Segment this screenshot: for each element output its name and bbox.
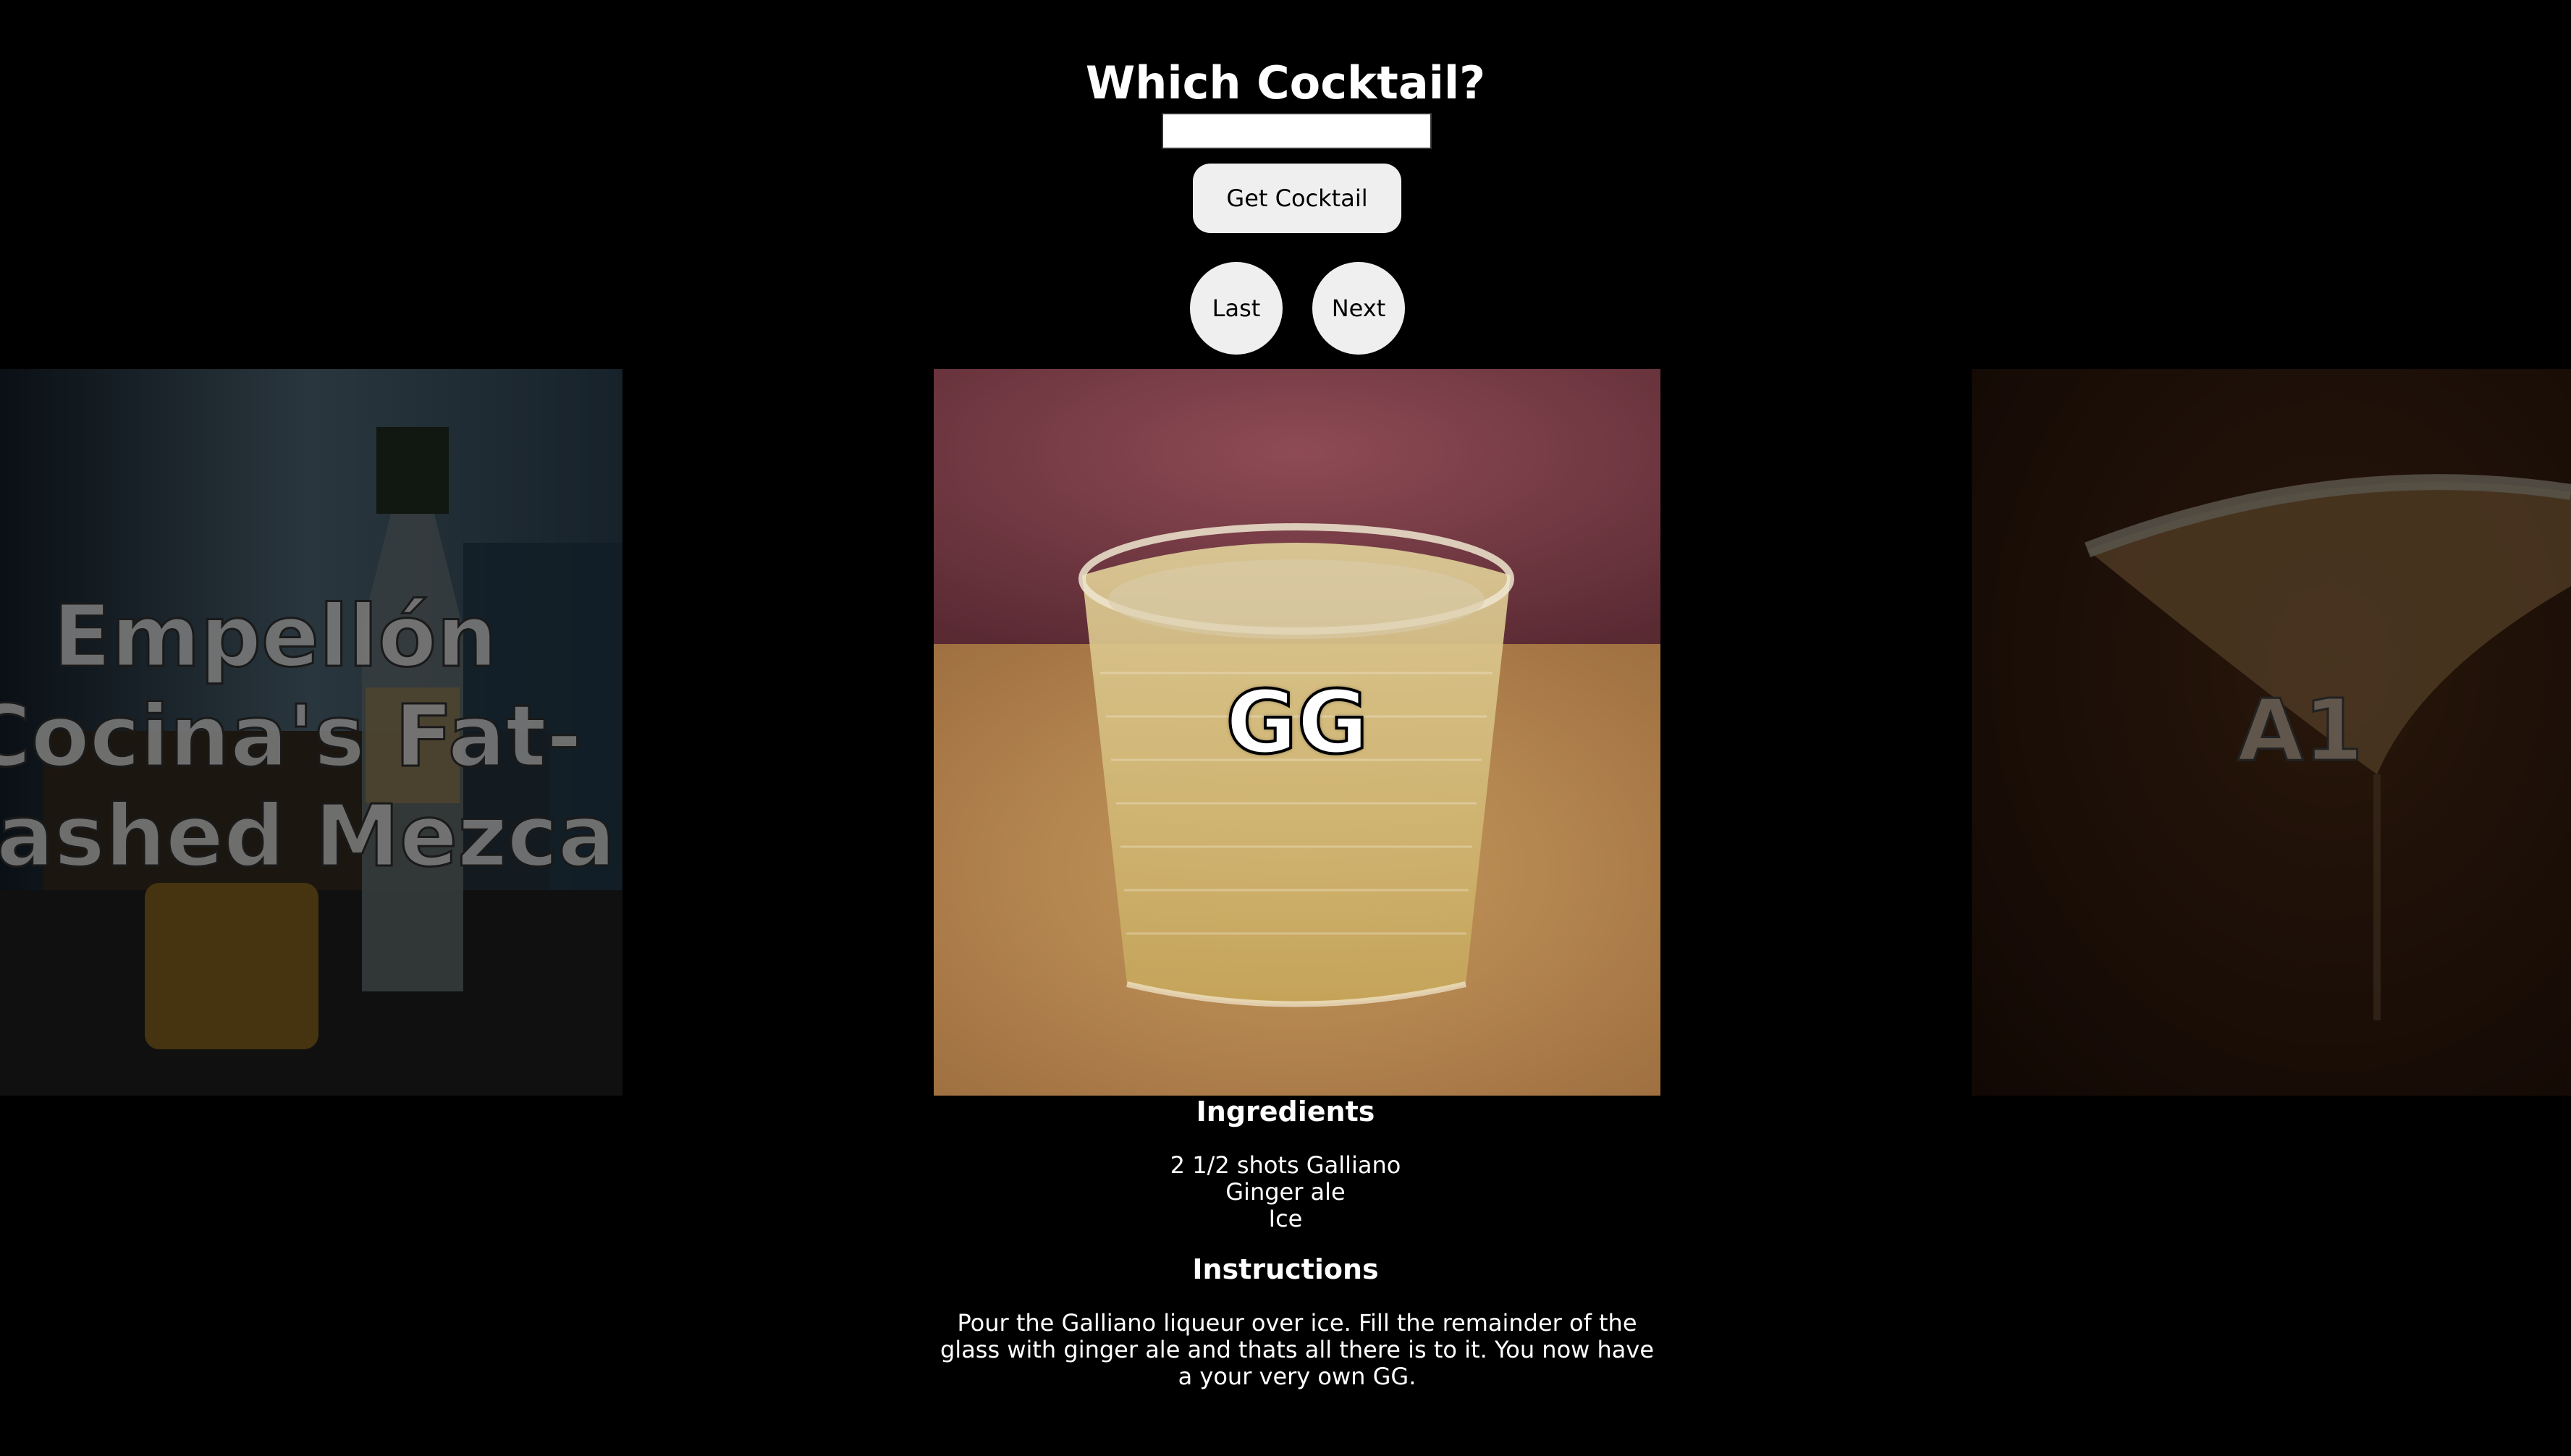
current-cocktail-card[interactable]: GG xyxy=(934,369,1660,1096)
cocktail-app: Which Cocktail? Get Cocktail Last Next E… xyxy=(0,0,2571,1456)
next-cocktail-name: A1 xyxy=(2237,680,2364,780)
get-cocktail-button[interactable]: Get Cocktail xyxy=(1193,164,1401,233)
current-cocktail-name: GG xyxy=(1225,673,1370,774)
ingredient-item: Ice xyxy=(1268,1205,1303,1232)
previous-cocktail-card[interactable]: Empellón Cocina's Fat-Washed Mezcal xyxy=(0,369,622,1096)
cocktail-search-input[interactable] xyxy=(1162,113,1432,149)
next-cocktail-card[interactable]: A1 xyxy=(1972,369,2571,1096)
instructions-heading: Instructions xyxy=(1192,1253,1379,1285)
ingredients-heading: Ingredients xyxy=(1196,1096,1375,1127)
ingredient-item: Ginger ale xyxy=(1225,1178,1346,1206)
ingredients-list: 2 1/2 shots Galliano Ginger ale Ice xyxy=(0,1152,2571,1232)
previous-cocktail-name: Empellón Cocina's Fat-Washed Mezcal xyxy=(0,585,622,887)
instructions-text: Pour the Galliano liqueur over ice. Fill… xyxy=(940,1309,1654,1390)
next-button[interactable]: Next xyxy=(1312,262,1405,355)
ingredient-item: 2 1/2 shots Galliano xyxy=(1170,1151,1401,1179)
last-button[interactable]: Last xyxy=(1190,262,1283,355)
page-title: Which Cocktail? xyxy=(1085,56,1486,109)
